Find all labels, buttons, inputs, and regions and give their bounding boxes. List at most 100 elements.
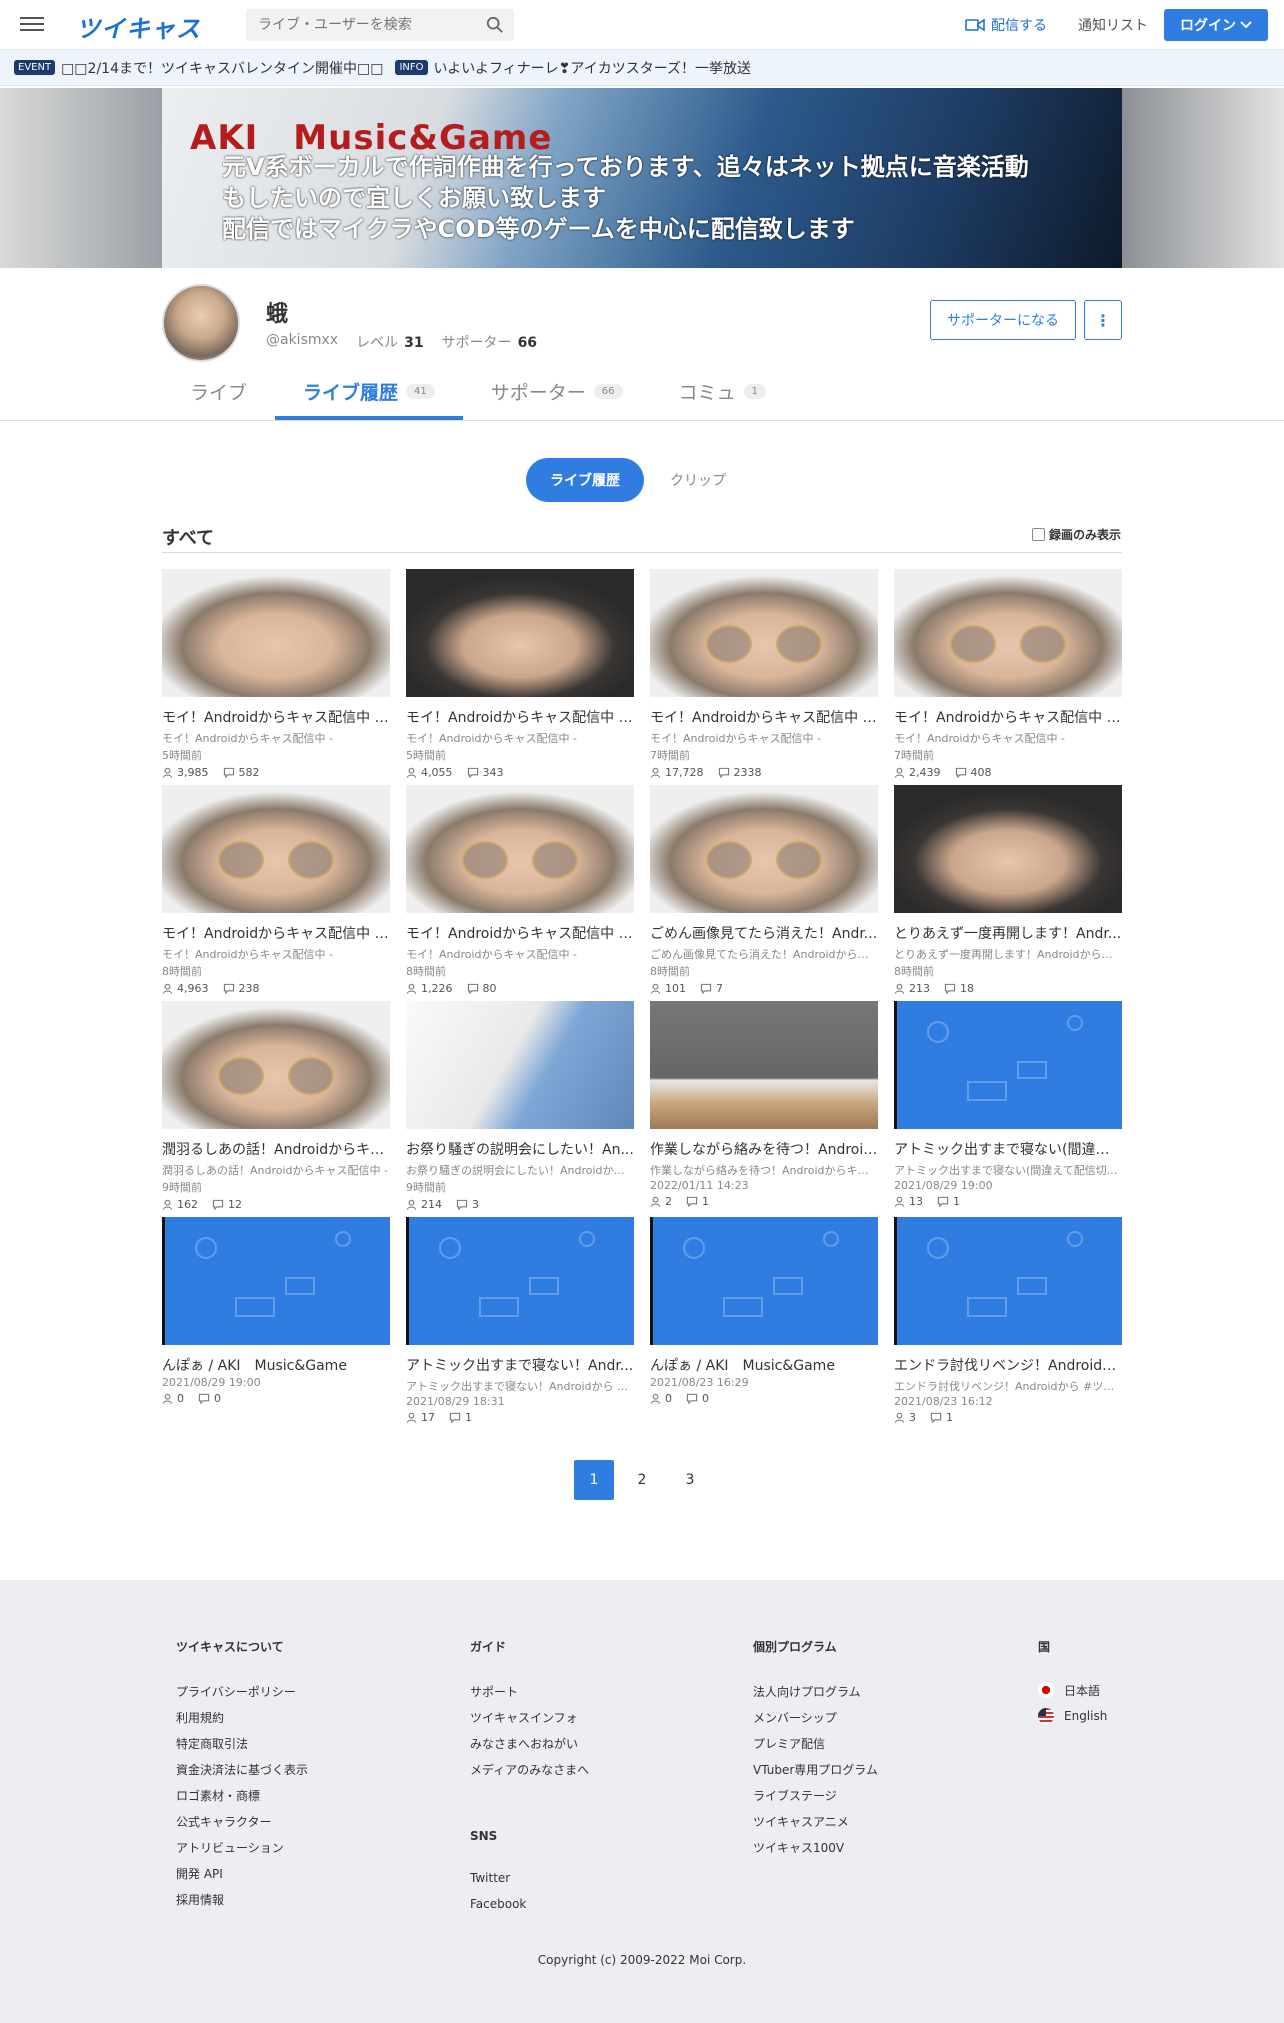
movie-title[interactable]: モイ！Androidからキャス配信中 -...	[406, 923, 634, 943]
pattern-shape	[579, 1231, 595, 1247]
footer-link-twitter[interactable]: Twitter	[470, 1871, 589, 1885]
footer-link-facebook[interactable]: Facebook	[470, 1897, 589, 1911]
search-input[interactable]	[246, 9, 476, 41]
viewer-stat: 2,439	[894, 766, 941, 779]
page-2-button[interactable]: 2	[622, 1460, 662, 1500]
movie-title[interactable]: アトミック出すまで寝ない(間違え...	[894, 1139, 1122, 1159]
movie-thumbnail[interactable]	[650, 569, 878, 697]
footer-link[interactable]: プレミア配信	[753, 1735, 878, 1751]
footer-link[interactable]: 利用規約	[176, 1709, 308, 1725]
movie-title[interactable]: モイ！Androidからキャス配信中 -...	[162, 707, 390, 727]
movie-card[interactable]: んぽぁ / AKI Music&Game 2021/08/29 19:00 0 0	[162, 1217, 390, 1433]
footer-link[interactable]: 法人向けプログラム	[753, 1683, 878, 1699]
more-options-icon[interactable]: ⋮	[1084, 300, 1122, 340]
footer-link[interactable]: メディアのみなさまへ	[470, 1761, 589, 1777]
movie-thumbnail[interactable]	[162, 1217, 390, 1345]
movie-thumbnail[interactable]	[406, 1001, 634, 1129]
movie-thumbnail[interactable]	[894, 1001, 1122, 1129]
footer-link[interactable]: ツイキャスアニメ	[753, 1813, 878, 1829]
movie-thumbnail[interactable]	[894, 785, 1122, 913]
movie-card[interactable]: モイ！Androidからキャス配信中 -... モイ！Androidからキャス配信…	[162, 569, 390, 785]
movie-title[interactable]: お祭り騒ぎの説明会にしたい！An...	[406, 1139, 634, 1159]
movie-card[interactable]: アトミック出すまで寝ない！Andr... アトミック出すまで寝ない！Android…	[406, 1217, 634, 1433]
footer-link[interactable]: アトリビューション	[176, 1839, 308, 1855]
movie-thumbnail[interactable]	[406, 569, 634, 697]
recorded-only-toggle[interactable]: 録画のみ表示	[1032, 526, 1121, 543]
movie-title[interactable]: ごめん画像見てたら消えた！Andr...	[650, 923, 878, 943]
movie-thumbnail[interactable]	[650, 1217, 878, 1345]
footer-link[interactable]: 資金決済法に基づく表示	[176, 1761, 308, 1777]
site-logo[interactable]: ツイキャス	[76, 9, 201, 44]
footer-link[interactable]: 採用情報	[176, 1891, 308, 1907]
movie-title[interactable]: 作業しながら絡みを待つ！Android...	[650, 1139, 878, 1159]
become-supporter-button[interactable]: サポーターになる	[930, 300, 1076, 340]
lang-japanese[interactable]: 日本語	[1038, 1682, 1107, 1698]
avatar[interactable]	[162, 284, 240, 362]
movie-card[interactable]: モイ！Androidからキャス配信中 -... モイ！Androidからキャス配信…	[162, 785, 390, 1001]
movie-thumbnail[interactable]	[162, 1001, 390, 1129]
footer-link[interactable]: サポート	[470, 1683, 589, 1699]
footer-link[interactable]: 公式キャラクター	[176, 1813, 308, 1829]
movie-title[interactable]: モイ！Androidからキャス配信中 -...	[894, 707, 1122, 727]
movie-card[interactable]: モイ！Androidからキャス配信中 -... モイ！Androidからキャス配信…	[650, 569, 878, 785]
movie-card[interactable]: アトミック出すまで寝ない(間違え... アトミック出すまで寝ない(間違えて配信切.…	[894, 1001, 1122, 1217]
movie-card[interactable]: とりあえず一度再開します！Andr... とりあえず一度再開します！Android…	[894, 785, 1122, 1001]
movie-card[interactable]: モイ！Androidからキャス配信中 -... モイ！Androidからキャス配信…	[406, 569, 634, 785]
tab-community[interactable]: コミュ 1	[651, 378, 794, 420]
movie-card[interactable]: モイ！Androidからキャス配信中 -... モイ！Androidからキャス配信…	[406, 785, 634, 1001]
top-header: ツイキャス 配信する 通知リスト ログイン	[0, 0, 1284, 50]
movie-card[interactable]: ごめん画像見てたら消えた！Andr... ごめん画像見てたら消えた！Android…	[650, 785, 878, 1001]
footer-link[interactable]: VTuber専用プログラム	[753, 1761, 878, 1777]
tab-live[interactable]: ライブ	[162, 378, 275, 420]
notice-list-link[interactable]: 通知リスト	[1078, 15, 1148, 35]
tab-supporters[interactable]: サポーター 66	[463, 378, 651, 420]
footer-link[interactable]: ライブステージ	[753, 1787, 878, 1803]
segment-history-button[interactable]: ライブ履歴	[526, 458, 644, 502]
footer-link[interactable]: 開発 API	[176, 1865, 308, 1881]
movie-thumbnail[interactable]	[894, 1217, 1122, 1345]
event-text[interactable]: □□2/14まで！ツイキャスバレンタイン開催中□□	[61, 58, 383, 78]
movie-card[interactable]: 潤羽るしあの話！Androidからキャ... 潤羽るしあの話！Androidからキ…	[162, 1001, 390, 1217]
footer-link[interactable]: 特定商取引法	[176, 1735, 308, 1751]
movie-card[interactable]: お祭り騒ぎの説明会にしたい！An... お祭り騒ぎの説明会にしたい！Android…	[406, 1001, 634, 1217]
movie-time: 2021/08/29 18:31	[406, 1395, 505, 1408]
broadcast-link[interactable]: 配信する	[965, 15, 1047, 35]
movie-thumbnail[interactable]	[894, 569, 1122, 697]
search-icon[interactable]	[486, 16, 504, 34]
movie-subtitle: モイ！Androidからキャス配信中 -	[406, 948, 577, 961]
movie-title[interactable]: んぽぁ / AKI Music&Game	[650, 1355, 878, 1375]
movie-title[interactable]: モイ！Androidからキャス配信中 -...	[162, 923, 390, 943]
movie-thumbnail[interactable]	[406, 785, 634, 913]
segment-clip-button[interactable]: クリップ	[644, 458, 752, 502]
movie-thumbnail[interactable]	[650, 1001, 878, 1129]
movie-card[interactable]: モイ！Androidからキャス配信中 -... モイ！Androidからキャス配信…	[894, 569, 1122, 785]
movie-thumbnail[interactable]	[162, 569, 390, 697]
movie-card[interactable]: エンドラ討伐リベンジ！Androidか... エンドラ討伐リベンジ！Android…	[894, 1217, 1122, 1433]
movie-card[interactable]: 作業しながら絡みを待つ！Android... 作業しながら絡みを待つ！Androi…	[650, 1001, 878, 1217]
recorded-only-checkbox[interactable]	[1032, 528, 1045, 541]
lang-english[interactable]: English	[1038, 1708, 1107, 1724]
movie-title[interactable]: モイ！Androidからキャス配信中 -...	[406, 707, 634, 727]
movie-title[interactable]: んぽぁ / AKI Music&Game	[162, 1355, 390, 1375]
movie-title[interactable]: とりあえず一度再開します！Andr...	[894, 923, 1122, 943]
footer-link[interactable]: ツイキャスインフォ	[470, 1709, 589, 1725]
movie-card[interactable]: んぽぁ / AKI Music&Game 2021/08/23 16:29 0 0	[650, 1217, 878, 1433]
hamburger-menu-icon[interactable]	[20, 13, 44, 37]
movie-thumbnail[interactable]	[162, 785, 390, 913]
tab-live-history[interactable]: ライブ履歴 41	[275, 378, 463, 420]
footer-link[interactable]: プライバシーポリシー	[176, 1683, 308, 1699]
footer-link[interactable]: メンバーシップ	[753, 1709, 878, 1725]
movie-title[interactable]: 潤羽るしあの話！Androidからキャ...	[162, 1139, 390, 1159]
footer-link[interactable]: ロゴ素材・商標	[176, 1787, 308, 1803]
footer-link[interactable]: ツイキャス100V	[753, 1839, 878, 1855]
page-1-button[interactable]: 1	[574, 1460, 614, 1500]
login-button[interactable]: ログイン	[1164, 9, 1268, 41]
footer-link[interactable]: みなさまへおねがい	[470, 1735, 589, 1751]
movie-title[interactable]: モイ！Androidからキャス配信中 -...	[650, 707, 878, 727]
movie-title[interactable]: エンドラ討伐リベンジ！Androidか...	[894, 1355, 1122, 1375]
movie-thumbnail[interactable]	[406, 1217, 634, 1345]
movie-thumbnail[interactable]	[650, 785, 878, 913]
info-text[interactable]: いよいよフィナーレ❣アイカツスターズ！一挙放送	[434, 58, 752, 78]
movie-title[interactable]: アトミック出すまで寝ない！Andr...	[406, 1355, 634, 1375]
page-3-button[interactable]: 3	[670, 1460, 710, 1500]
